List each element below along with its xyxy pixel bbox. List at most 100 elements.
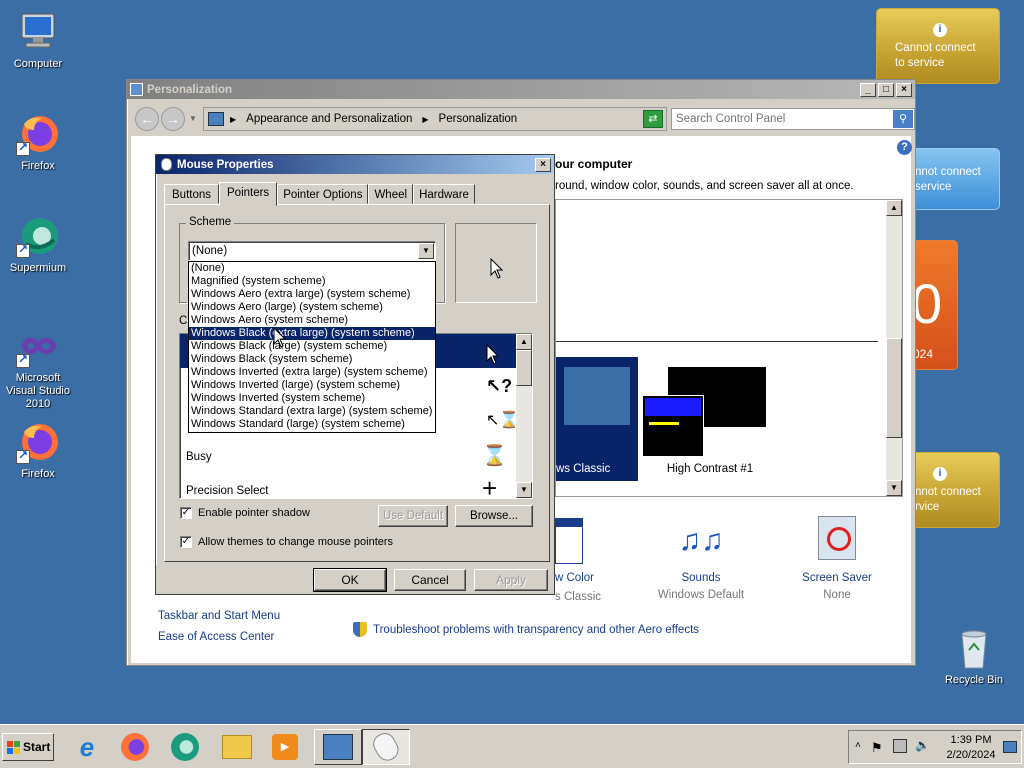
themes-list: ws Classic High Contrast #1 ▲ ▼: [555, 199, 903, 497]
troubleshoot-link[interactable]: Troubleshoot problems with transparency …: [353, 622, 699, 637]
pointer-list-scrollbar[interactable]: ▲ ▼: [516, 334, 532, 498]
search-input[interactable]: [676, 110, 890, 128]
see-also-ease-of-access[interactable]: Ease of Access Center: [158, 631, 274, 643]
clock-time[interactable]: 1:39 PM: [945, 734, 997, 746]
tab-buttons[interactable]: Buttons: [164, 184, 219, 204]
scheme-dropdown-list[interactable]: (None) Magnified (system scheme) Windows…: [188, 261, 436, 433]
close-button[interactable]: ×: [896, 82, 912, 97]
dropdown-option[interactable]: Windows Aero (large) (system scheme): [189, 301, 435, 314]
breadcrumb-item[interactable]: Appearance and Personalization: [246, 113, 412, 125]
tab-hardware[interactable]: Hardware: [413, 184, 475, 204]
desktop-icon-firefox[interactable]: Firefox: [0, 112, 76, 173]
enable-pointer-shadow-checkbox[interactable]: ✓ Enable pointer shadow: [180, 507, 310, 519]
tab-pointer-options[interactable]: Pointer Options: [277, 184, 369, 204]
refresh-button[interactable]: ⇄: [643, 110, 663, 128]
theme-thumbnail: [564, 367, 630, 425]
dropdown-option[interactable]: Windows Aero (extra large) (system schem…: [189, 288, 435, 301]
show-desktop-icon[interactable]: [1003, 741, 1017, 753]
theme-classic[interactable]: ws Classic: [556, 357, 638, 481]
dropdown-option[interactable]: Windows Inverted (system scheme): [189, 392, 435, 405]
breadcrumb-arrow-icon[interactable]: ▶: [422, 115, 428, 124]
search-box[interactable]: ⚲: [671, 108, 915, 130]
desktop-icon-firefox-2[interactable]: Firefox: [0, 420, 76, 481]
network-icon[interactable]: [893, 739, 907, 753]
see-also-taskbar[interactable]: Taskbar and Start Menu: [158, 610, 280, 622]
dropdown-option[interactable]: Windows Black (system scheme): [189, 353, 435, 366]
cancel-button[interactable]: Cancel: [394, 569, 466, 591]
browse-button[interactable]: Browse...: [455, 505, 533, 527]
weather-gadget[interactable]: nnot connect service: [910, 148, 1000, 210]
calendar-gadget[interactable]: 0 024: [910, 240, 958, 370]
breadcrumb-item[interactable]: Personalization: [439, 113, 653, 125]
back-button[interactable]: ←: [135, 107, 159, 131]
taskbar: Start e ▶ ˄ ⚑ 🔈 1:39 PM 2/20/2024: [0, 724, 1024, 768]
mouse-properties-titlebar[interactable]: Mouse Properties ×: [156, 155, 554, 174]
history-dropdown-icon[interactable]: ▼: [189, 114, 197, 123]
customize-label: C: [179, 315, 188, 327]
maximize-button[interactable]: □: [878, 82, 894, 97]
desktop-icon-visual-studio[interactable]: Microsoft Visual Studio 2010: [0, 324, 76, 411]
apply-button[interactable]: Apply: [474, 569, 548, 591]
personalization-titlebar[interactable]: Personalization _ □ ×: [127, 80, 915, 99]
taskbar-media-player[interactable]: ▶: [266, 729, 304, 765]
taskbar-firefox[interactable]: [116, 729, 154, 765]
search-icon[interactable]: ⚲: [893, 110, 913, 128]
taskbar-supermium[interactable]: [166, 729, 204, 765]
desktop-icon-computer[interactable]: Computer: [0, 10, 76, 71]
dropdown-option[interactable]: Windows Inverted (extra large) (system s…: [189, 366, 435, 379]
taskbar-explorer[interactable]: [218, 729, 256, 765]
shortcut-arrow-icon: [16, 242, 30, 258]
scroll-down-button[interactable]: ▼: [516, 482, 532, 498]
scroll-up-button[interactable]: ▲: [516, 334, 532, 350]
use-default-button[interactable]: Use Default: [378, 505, 448, 527]
tab-strip: Buttons Pointers Pointer Options Wheel H…: [164, 182, 475, 206]
volume-muted-icon[interactable]: 🔈: [915, 738, 930, 752]
desktop-icon-recycle-bin[interactable]: Recycle Bin: [936, 626, 1012, 687]
start-button[interactable]: Start: [2, 733, 54, 761]
clock-date[interactable]: 2/20/2024: [941, 749, 1001, 761]
help-icon[interactable]: ?: [897, 140, 912, 155]
dropdown-option[interactable]: Windows Standard (large) (system scheme): [189, 418, 435, 431]
dropdown-option[interactable]: Windows Inverted (large) (system scheme): [189, 379, 435, 392]
dropdown-option[interactable]: Windows Standard (extra large) (system s…: [189, 405, 435, 418]
taskbar-ie[interactable]: e: [68, 729, 106, 765]
dropdown-option-highlighted[interactable]: Windows Black (extra large) (system sche…: [189, 327, 435, 340]
dropdown-option[interactable]: Magnified (system scheme): [189, 275, 435, 288]
tab-wheel[interactable]: Wheel: [368, 184, 414, 204]
scroll-thumb[interactable]: [516, 350, 532, 386]
address-bar[interactable]: ▶ Appearance and Personalization ▶ Perso…: [203, 107, 667, 131]
allow-themes-checkbox[interactable]: ✓ Allow themes to change mouse pointers: [180, 536, 393, 548]
dropdown-option[interactable]: Windows Black (large) (system scheme): [189, 340, 435, 353]
screen-saver-item[interactable]: Screen Saver None: [787, 516, 887, 606]
scroll-down-button[interactable]: ▼: [886, 480, 902, 496]
flag-icon[interactable]: ⚑: [871, 740, 883, 756]
tab-pointers[interactable]: Pointers: [219, 182, 278, 206]
dropdown-option[interactable]: (None): [189, 262, 435, 275]
weather-gadget[interactable]: i Cannot connect to service: [876, 8, 1000, 84]
pointer-row-precision[interactable]: Precision Select +: [180, 473, 516, 498]
ok-button[interactable]: OK: [313, 568, 387, 592]
scroll-thumb[interactable]: [886, 338, 902, 438]
weather-gadget[interactable]: i nnot connect rvice: [910, 452, 1000, 528]
scroll-up-button[interactable]: ▲: [886, 200, 902, 216]
breadcrumb-arrow-icon[interactable]: ▶: [230, 115, 236, 124]
desktop-icon-supermium[interactable]: Supermium: [0, 214, 76, 275]
taskbar-mouse-properties[interactable]: [362, 729, 410, 765]
scheme-select[interactable]: (None) ▼: [188, 241, 436, 261]
close-button[interactable]: ×: [535, 157, 551, 172]
gadget-status-text: Cannot connect to service: [895, 42, 976, 69]
themes-scrollbar[interactable]: ▲ ▼: [886, 200, 902, 496]
taskbar-control-panel[interactable]: [314, 729, 362, 765]
supermium-icon: [171, 733, 199, 761]
supermium-icon: [16, 214, 60, 258]
theme-high-contrast-1[interactable]: High Contrast #1: [642, 357, 778, 481]
chevron-down-icon[interactable]: ▼: [418, 243, 434, 259]
shield-icon: [353, 622, 367, 637]
minimize-button[interactable]: _: [860, 82, 876, 97]
pointer-row-busy[interactable]: Busy ⌛: [180, 439, 516, 473]
forward-button[interactable]: →: [161, 107, 185, 131]
show-hidden-icons-icon[interactable]: ˄: [855, 740, 861, 751]
sounds-item[interactable]: ♫♫ Sounds Windows Default: [651, 516, 751, 606]
calendar-year: 024: [913, 347, 934, 361]
dropdown-option[interactable]: Windows Aero (system scheme): [189, 314, 435, 327]
